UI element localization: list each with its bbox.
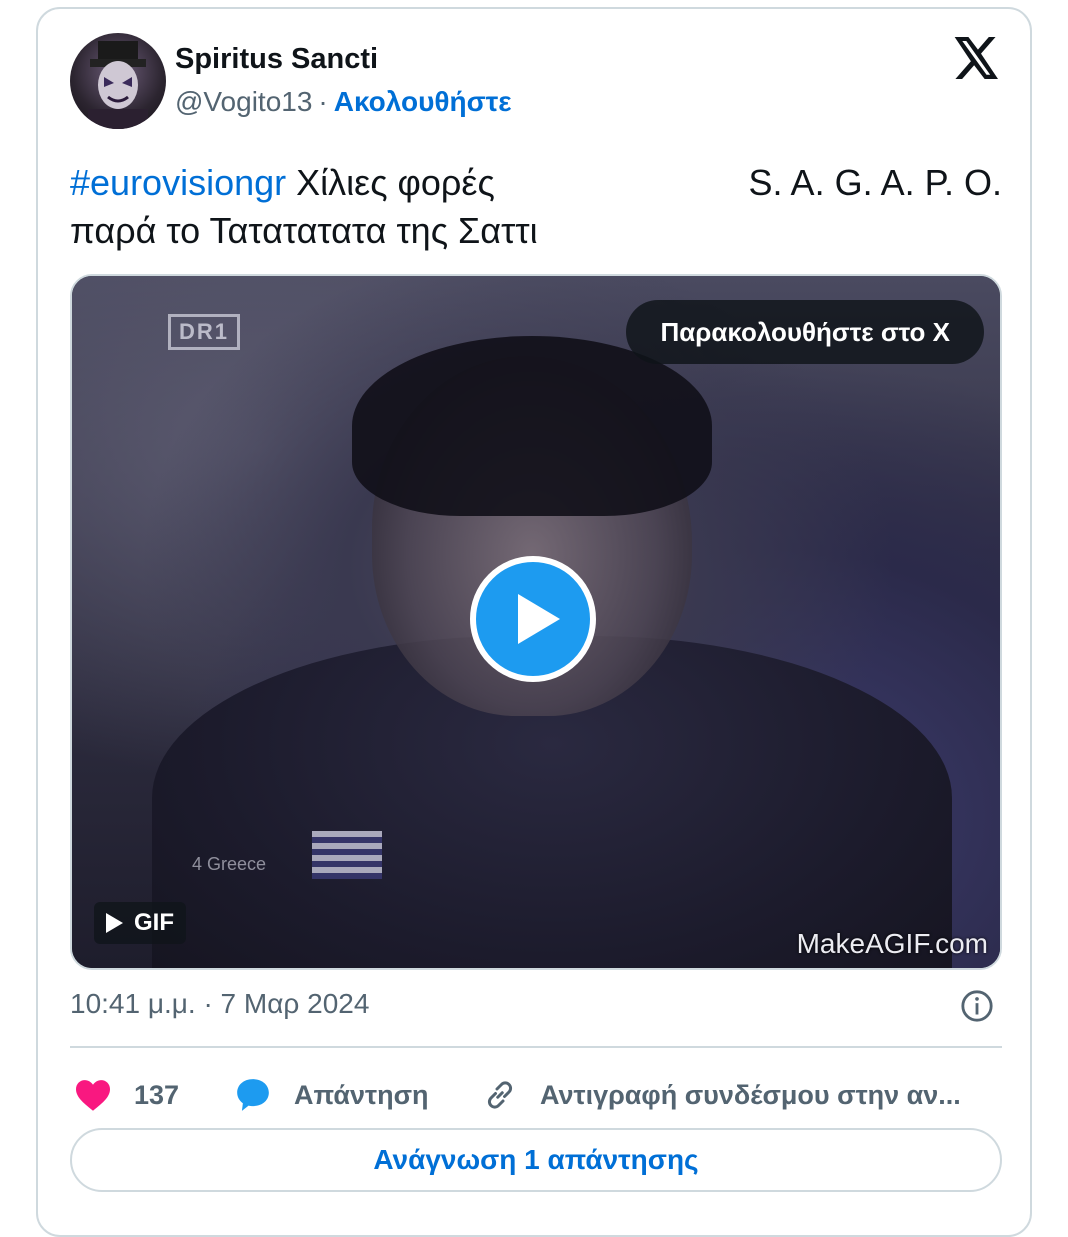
tweet-text-line-2: παρά το Τατατατατα της Σαττι [70,210,538,251]
x-logo-icon[interactable] [954,37,1000,79]
author-handle[interactable]: @Vogito13 [175,86,312,117]
avatar[interactable] [70,33,166,129]
author-line: @Vogito13 · Ακολουθήστε [175,86,512,118]
channel-logo: DR1 [168,314,241,350]
link-icon [487,1081,513,1109]
gif-badge[interactable]: GIF [94,902,186,944]
heart-icon [76,1080,110,1111]
reply-button[interactable]: Απάντηση [234,1065,429,1125]
flag-graphic [312,831,382,879]
tweet-text-right: S. A. G. A. P. O. [748,162,1002,203]
follow-button[interactable]: Ακολουθήστε [334,86,512,117]
info-icon[interactable] [960,989,994,1023]
separator-dot: · [318,86,328,117]
watermark: MakeAGIF.com [796,928,988,959]
action-bar: 137 Απάντηση Αντιγραφή συνδέσμου στην αν… [70,1065,1002,1125]
like-count: 137 [134,1079,180,1110]
tweet-card: Spiritus Sancti @Vogito13 · Ακολουθήστε #e… [36,7,1032,1237]
like-button[interactable]: 137 [74,1065,179,1125]
watch-on-x-button[interactable]: Παρακολουθήστε στο X [626,300,984,364]
divider [70,1046,1002,1048]
media-video[interactable]: DR1 4 Greece Παρακολουθήστε στο X GIF Ma… [70,274,1002,970]
hashtag-link[interactable]: #eurovisiongr [70,162,286,203]
play-icon [518,594,560,644]
avatar-image-icon [88,41,148,129]
gif-label: GIF [134,909,174,936]
video-caption: 4 Greece [192,854,267,874]
play-button[interactable] [470,556,596,682]
speech-bubble-icon [237,1079,269,1111]
read-replies-button[interactable]: Ανάγνωση 1 απάντησης [70,1128,1002,1192]
tweet-timestamp[interactable]: 10:41 μ.μ. · 7 Μαρ 2024 [70,988,369,1020]
author-name[interactable]: Spiritus Sancti [175,43,378,76]
copy-link-label: Αντιγραφή συνδέσμου στην αν... [540,1079,961,1110]
tweet-text: #eurovisiongr Χίλιες φορές S. A. G. A. P… [70,159,1002,255]
copy-link-button[interactable]: Αντιγραφή συνδέσμου στην αν... [482,1065,1002,1125]
reply-label: Απάντηση [294,1079,429,1110]
tweet-text-segment: Χίλιες φορές [296,162,495,203]
gif-play-icon [106,913,123,933]
